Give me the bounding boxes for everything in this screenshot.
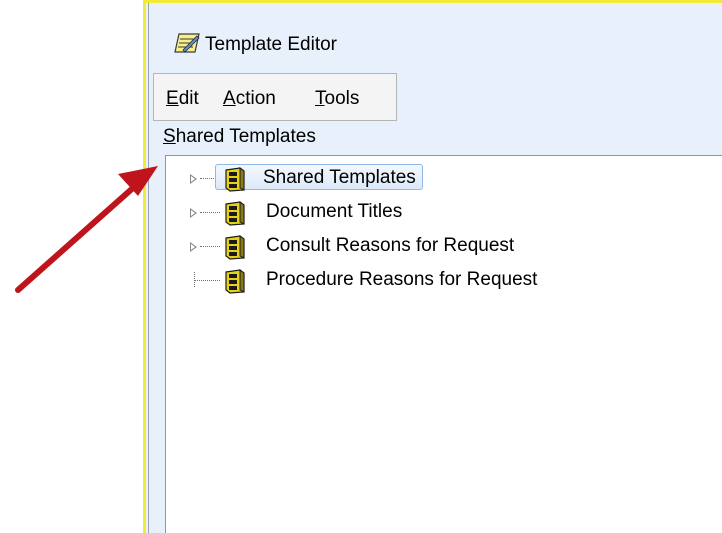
shared-templates-label: Shared Templates	[163, 125, 316, 149]
book-stack-icon	[225, 167, 245, 192]
window-title: Template Editor	[205, 34, 338, 55]
section-mnemonic: S	[163, 126, 176, 147]
tree-node-label: Procedure Reasons for Request	[266, 269, 538, 290]
tree-connector	[200, 212, 220, 213]
menu-edit-label: dit	[178, 88, 199, 109]
menu-tools-label: ools	[324, 88, 360, 109]
title-bar[interactable]: Template Editor	[149, 23, 722, 73]
expand-arrow-icon[interactable]	[190, 242, 197, 252]
menu-edit[interactable]: Edit	[166, 87, 199, 111]
arrow-shaft	[15, 184, 137, 293]
tree-node-document-titles[interactable]: Document Titles	[166, 197, 722, 227]
template-tree[interactable]: Shared Templates Document Titles Consult…	[165, 155, 722, 533]
book-stack-icon	[225, 235, 245, 260]
menu-edit-mnemonic: E	[166, 88, 179, 109]
section-label-text: hared Templates	[175, 126, 316, 147]
menu-action[interactable]: Action	[223, 87, 276, 111]
menu-action-label: ction	[235, 88, 276, 109]
menu-tools[interactable]: Tools	[315, 87, 359, 111]
expand-arrow-icon[interactable]	[190, 208, 197, 218]
book-stack-icon	[225, 201, 245, 226]
notepad-pencil-icon	[174, 33, 200, 53]
tree-node-label: Document Titles	[266, 201, 403, 222]
menu-action-mnemonic: A	[223, 88, 236, 109]
tree-connector	[200, 246, 220, 247]
expand-arrow-icon[interactable]	[190, 174, 197, 184]
tree-node-label: Consult Reasons for Request	[266, 235, 515, 256]
book-stack-icon	[225, 269, 245, 294]
menu-tools-mnemonic: T	[315, 88, 325, 109]
tree-connector	[194, 280, 220, 281]
tree-node-shared-templates[interactable]: Shared Templates	[166, 163, 722, 193]
template-editor-window: Template Editor Edit Action Tools Shared…	[143, 0, 722, 533]
window-frame: Template Editor Edit Action Tools Shared…	[148, 3, 722, 533]
tree-node-consult-reasons[interactable]: Consult Reasons for Request	[166, 231, 722, 261]
tree-node-procedure-reasons[interactable]: Procedure Reasons for Request	[166, 265, 722, 295]
menu-bar: Edit Action Tools	[153, 73, 397, 121]
